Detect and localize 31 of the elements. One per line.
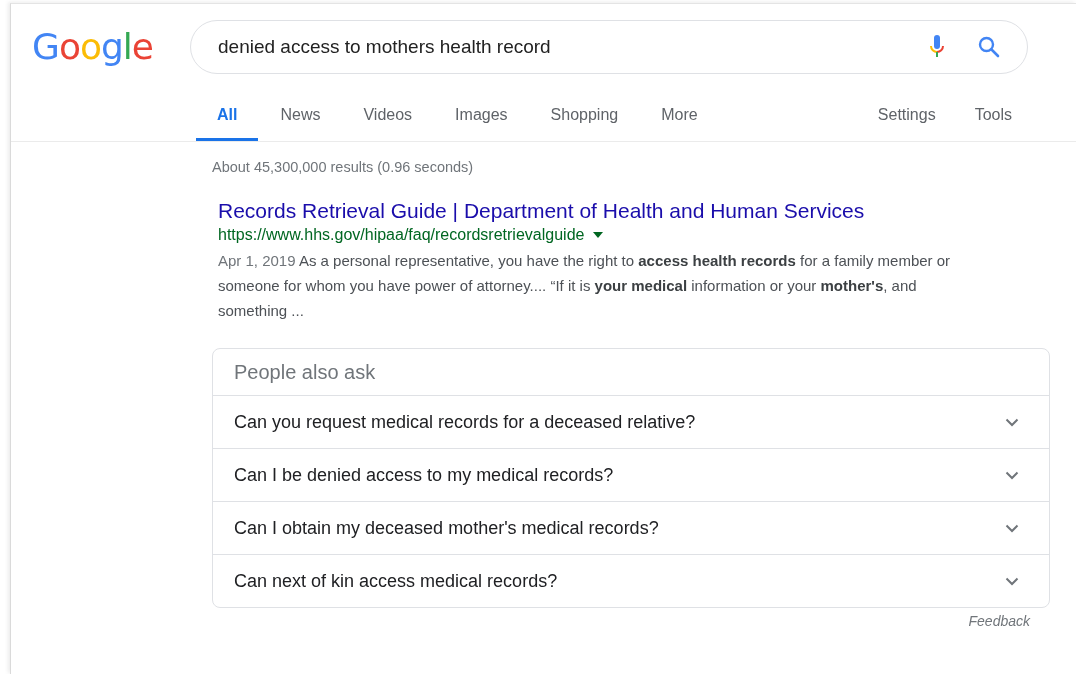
question-text: Can next of kin access medical records? bbox=[234, 570, 558, 592]
chevron-icon[interactable] bbox=[1005, 417, 1019, 427]
result-title-link[interactable]: Records Retrieval Guide | Department of Health and Human Services bbox=[218, 199, 1050, 223]
search-field[interactable]: denied access to mothers health record bbox=[218, 36, 929, 58]
search-tab[interactable]: News bbox=[280, 94, 321, 141]
caret-icon[interactable] bbox=[593, 232, 604, 238]
search-icon[interactable] bbox=[977, 35, 1001, 59]
chevron-icon[interactable] bbox=[1005, 470, 1019, 480]
question-row[interactable]: Can next of kin access medical records? bbox=[213, 554, 1049, 607]
tool-link[interactable]: Tools bbox=[974, 94, 1012, 141]
microphone-icon[interactable] bbox=[929, 34, 945, 60]
search-tab[interactable]: Shopping bbox=[550, 94, 619, 141]
question-text: Can I be denied access to my medical records? bbox=[234, 464, 614, 486]
search-tab[interactable]: More bbox=[661, 94, 698, 141]
chevron-icon[interactable] bbox=[1005, 523, 1019, 533]
tool-link[interactable]: Settings bbox=[877, 94, 936, 141]
search-tab[interactable]: Images bbox=[455, 94, 508, 141]
search-tab[interactable]: Videos bbox=[363, 94, 413, 141]
result-url: https://www.hhs.gov/hipaa/faq/recordsretrievalguide bbox=[218, 226, 585, 244]
question-row[interactable]: Can I be denied access to my medical records? bbox=[213, 448, 1049, 501]
question-text: Can I obtain my deceased mother's medical records? bbox=[234, 517, 659, 539]
google-logo[interactable]: Google bbox=[32, 27, 190, 67]
section-heading: People also ask bbox=[234, 361, 376, 383]
feedback-link[interactable]: Feedback bbox=[968, 613, 1030, 629]
question-row[interactable]: Can you request medical records for a deceased relative? bbox=[213, 395, 1049, 448]
chevron-icon[interactable] bbox=[1005, 576, 1019, 586]
question-row[interactable]: Can I obtain my deceased mother's medical records? bbox=[213, 501, 1049, 554]
question-text: Can you request medical records for a deceased relative? bbox=[234, 411, 696, 433]
result-snippet: Apr 1, 2019 As a personal representative, you have the right to access health records for a family member or someone for whom you have power of attorney.... “If it is your medical information or your mother's, and something ... bbox=[218, 251, 952, 321]
search-tab[interactable]: All bbox=[196, 94, 259, 141]
result-stats: About 45,300,000 results (0.96 seconds) bbox=[212, 159, 475, 175]
